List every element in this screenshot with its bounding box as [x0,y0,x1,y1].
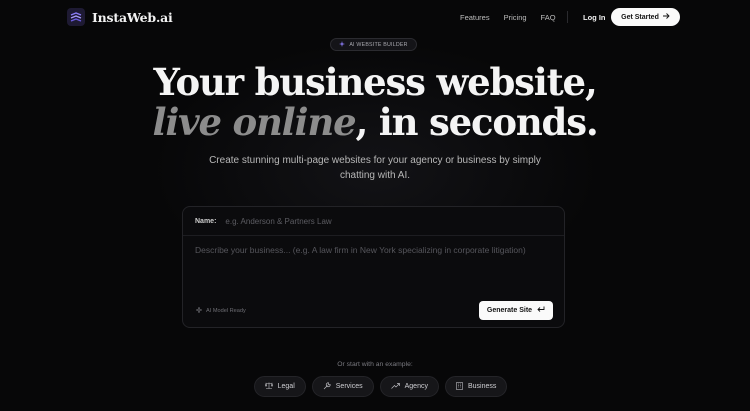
name-row: Name: [195,217,546,226]
arrow-right-icon [662,13,670,21]
brand[interactable]: InstaWeb.ai [67,8,173,26]
example-chip-legal[interactable]: Legal [253,376,306,397]
model-status-label: AI Model Ready [206,308,246,314]
example-chip-business[interactable]: Business [444,376,508,397]
example-chips: Legal Services Agency Business [0,376,750,397]
business-name-input[interactable] [225,217,546,226]
generate-site-label: Generate Site [486,307,533,314]
hero-headline-line1: Your business website, [153,60,597,104]
hero-subtitle: Create stunning multi-page websites for … [209,155,541,181]
trending-up-icon [390,382,400,391]
scale-icon [264,382,273,391]
nav-link-pricing[interactable]: Pricing [504,13,527,22]
nav-link-features[interactable]: Features [460,13,490,22]
nav-links: Features Pricing FAQ [460,13,556,22]
get-started-button[interactable]: Get Started [611,8,680,26]
hero-headline-rest: , in seconds. [355,100,598,144]
examples-label: Or start with an example: [337,361,413,368]
chip-label: Agency [404,383,428,390]
site-generator-form: Name: AI Model Ready Generate Site [182,206,565,328]
example-chip-services[interactable]: Services [311,376,374,397]
top-nav: InstaWeb.ai Features Pricing FAQ Log In … [0,0,750,34]
logo-icon [67,8,85,26]
brand-name: InstaWeb.ai [92,9,173,25]
nav-link-faq[interactable]: FAQ [541,13,556,22]
example-chip-agency[interactable]: Agency [379,376,439,397]
enter-icon [537,306,545,315]
hero-headline-italic: live online [152,100,356,144]
sparkle-icon [339,40,346,49]
chip-label: Legal [277,383,295,390]
generate-site-button[interactable]: Generate Site [479,301,553,320]
form-divider [183,235,564,236]
ai-badge: AI WEBSITE BUILDER [330,38,417,51]
chip-label: Services [335,383,363,390]
business-description-input[interactable] [195,243,550,297]
badge-label: AI WEBSITE BUILDER [349,41,408,48]
model-status: AI Model Ready [195,306,246,315]
hero-headline-line2: live online, in seconds. [0,104,750,141]
get-started-label: Get Started [621,13,659,21]
sparkle-icon [195,306,203,315]
chip-label: Business [467,383,497,390]
wrench-icon [323,381,331,392]
nav-divider [567,11,568,23]
building-icon [456,381,463,392]
login-link[interactable]: Log In [583,13,606,22]
name-label: Name: [195,218,217,225]
